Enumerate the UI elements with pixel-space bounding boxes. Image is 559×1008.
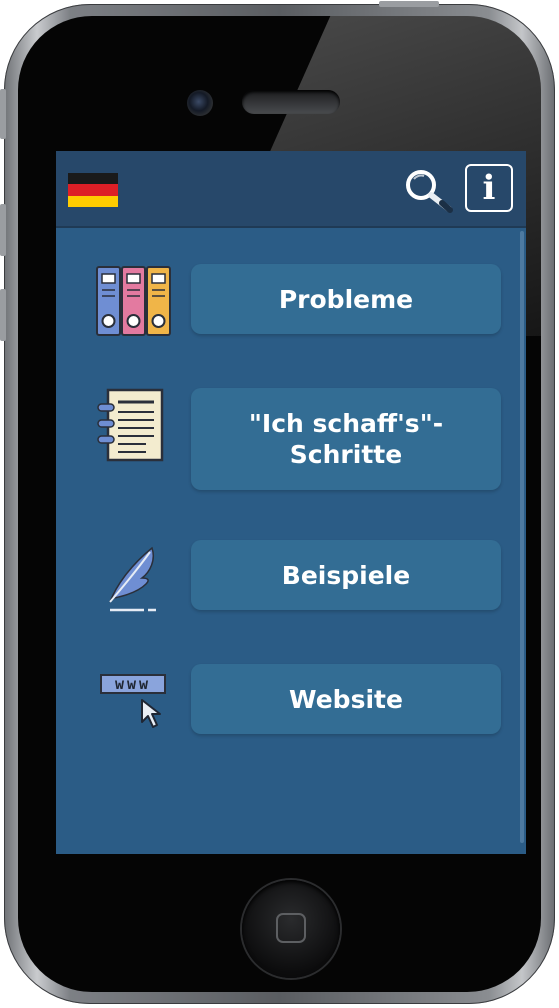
volume-up-button <box>0 204 6 256</box>
probleme-button[interactable]: Probleme <box>191 264 501 334</box>
power-button <box>379 1 439 7</box>
volume-down-button <box>0 289 6 341</box>
scrollbar[interactable] <box>520 231 524 843</box>
home-button[interactable] <box>242 880 340 978</box>
www-cursor-icon: www <box>100 674 170 732</box>
info-icon[interactable]: i <box>465 164 513 212</box>
app-screen: i Probleme "Ich schaff's"- Schritte Beis… <box>56 151 526 854</box>
front-camera <box>187 90 213 116</box>
website-button[interactable]: Website <box>191 664 501 734</box>
schritte-button[interactable]: "Ich schaff's"- Schritte <box>191 388 501 490</box>
binders-icon <box>96 266 171 336</box>
earpiece-speaker <box>242 90 340 114</box>
www-label: www <box>100 674 166 694</box>
mute-switch <box>0 89 6 139</box>
feather-quill-icon <box>109 546 156 612</box>
document-list-icon <box>97 388 164 462</box>
search-icon[interactable] <box>401 167 457 215</box>
cursor-arrow-icon <box>141 699 161 728</box>
beispiele-button[interactable]: Beispiele <box>191 540 501 610</box>
home-square-icon <box>276 913 306 943</box>
germany-flag-icon[interactable] <box>68 173 118 207</box>
app-header: i <box>56 151 526 228</box>
